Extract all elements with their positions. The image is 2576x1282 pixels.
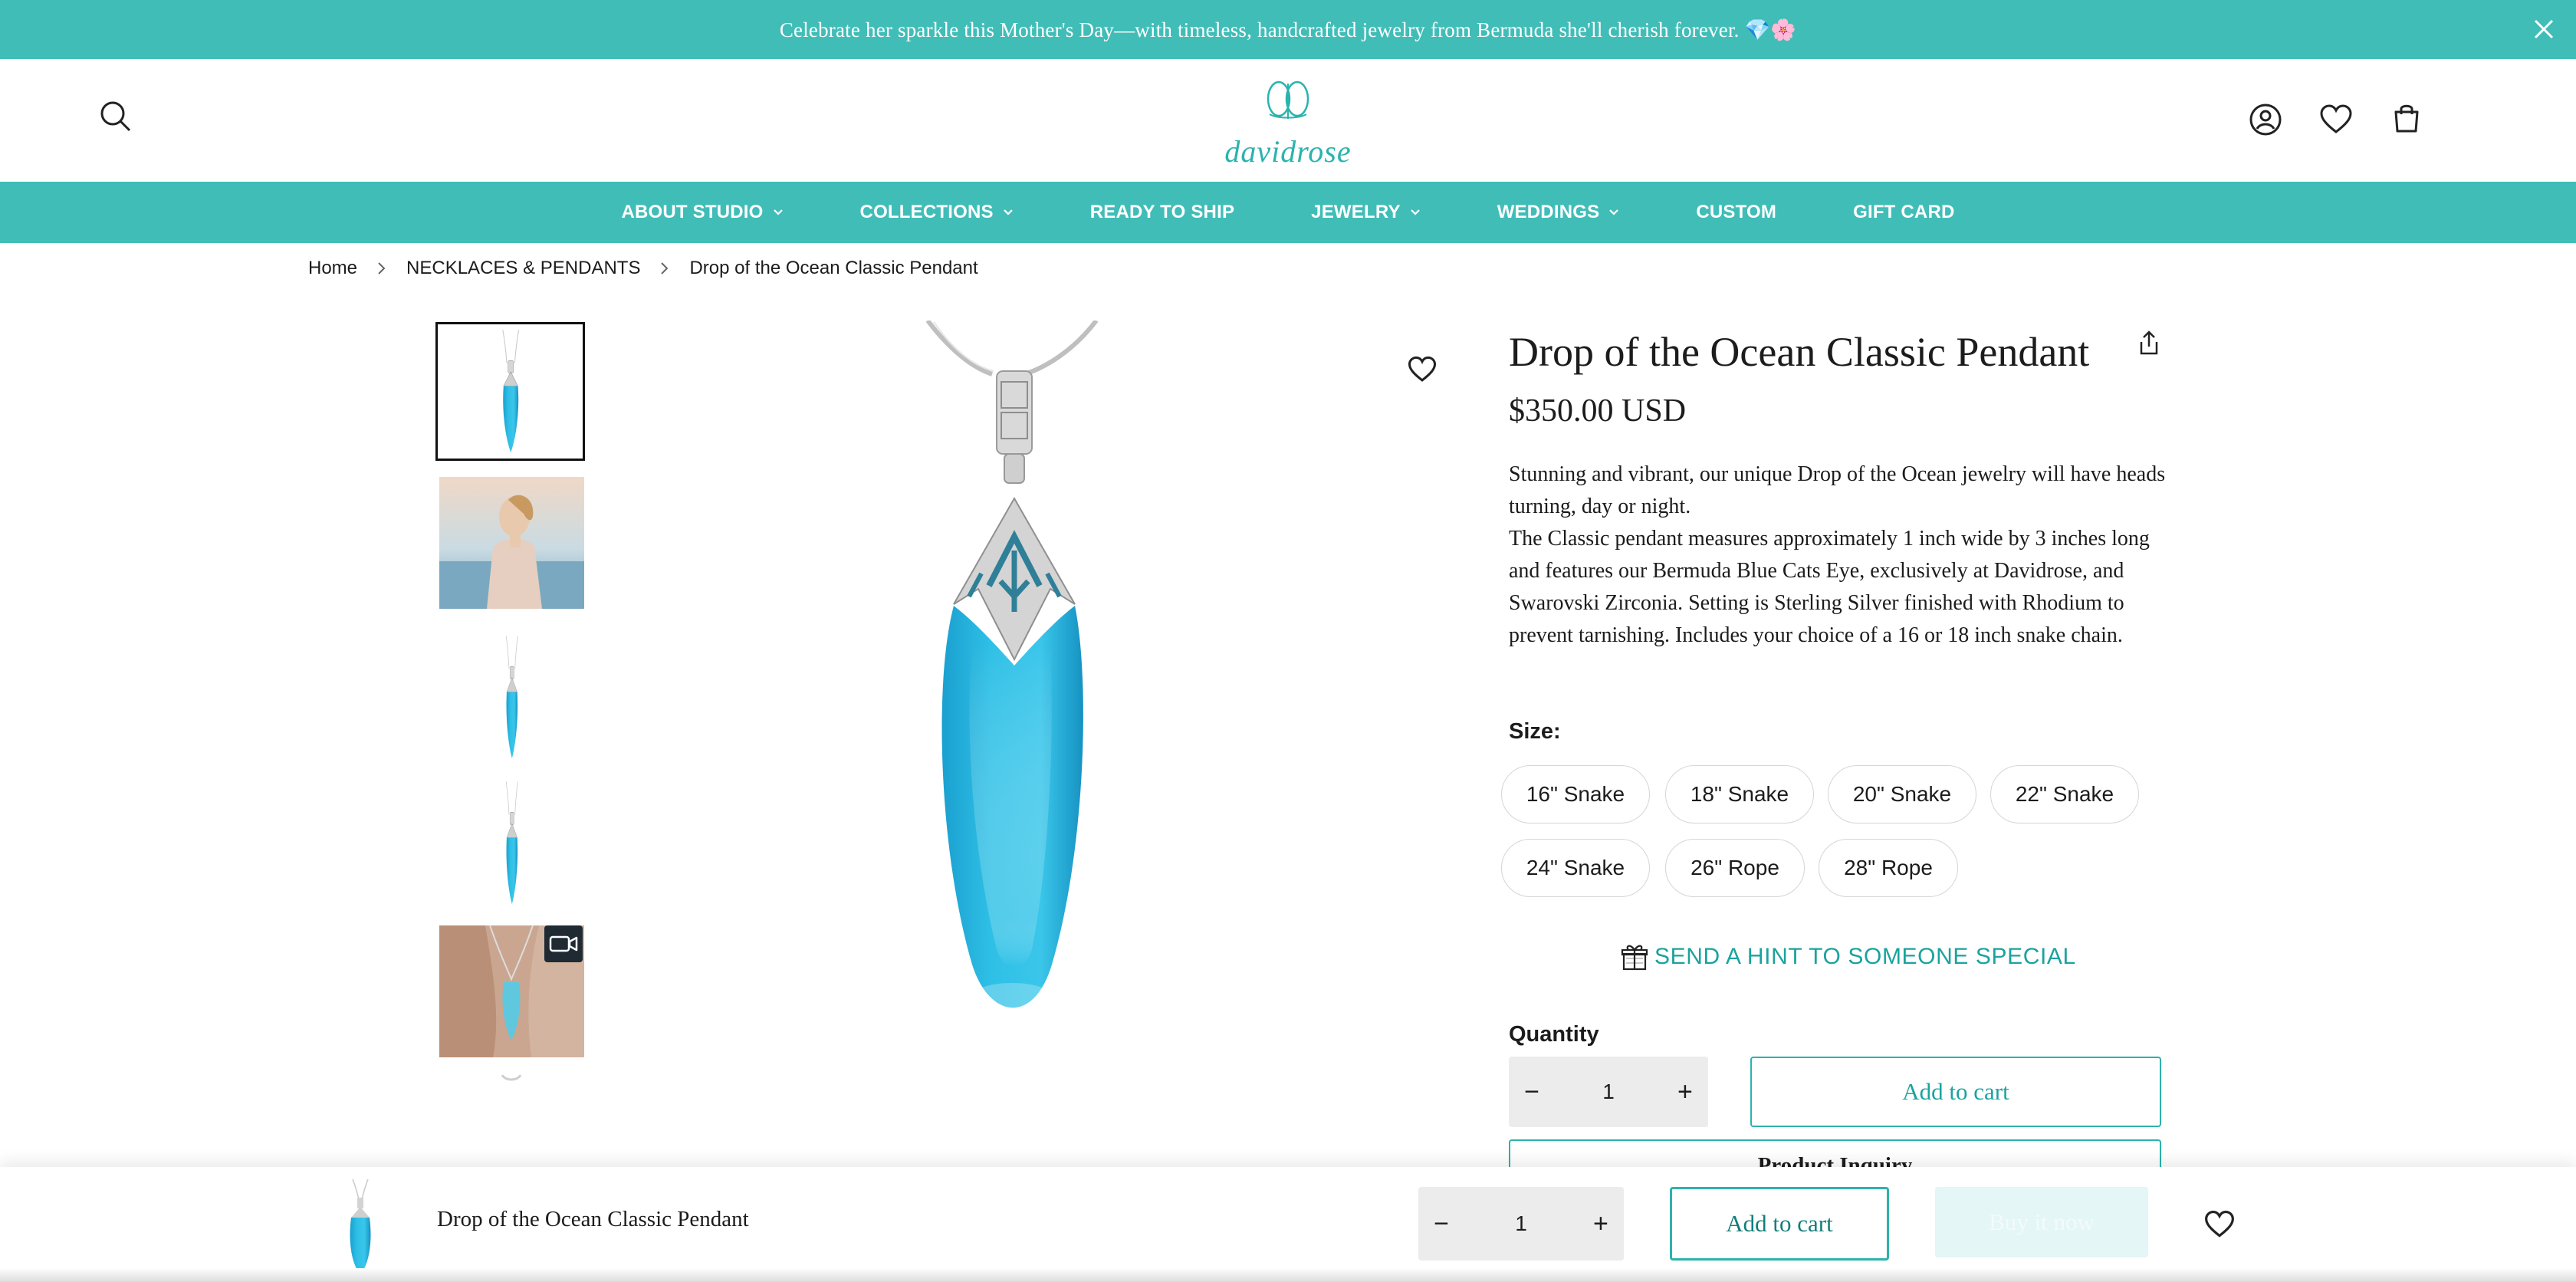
minus-icon[interactable]: −	[1509, 1077, 1555, 1107]
nav-item-about-studio[interactable]: ABOUT STUDIO	[621, 202, 783, 223]
nav-item-label: GIFT CARD	[1853, 202, 1955, 222]
sticky-wishlist-heart-icon[interactable]	[2203, 1208, 2236, 1241]
share-icon[interactable]	[2137, 330, 2160, 356]
bag-icon[interactable]	[2389, 100, 2424, 136]
nav-item-ready-to-ship[interactable]: READY TO SHIP	[1090, 202, 1234, 223]
size-option-button[interactable]: 24" Snake	[1501, 839, 1650, 897]
add-to-cart-button[interactable]: Add to cart	[1750, 1057, 2161, 1127]
nav-item-label: JEWELRY	[1311, 202, 1401, 222]
breadcrumb: Home NECKLACES & PENDANTS Drop of the Oc…	[308, 258, 978, 279]
breadcrumb-category[interactable]: NECKLACES & PENDANTS	[406, 258, 640, 279]
size-label: Size:	[1509, 719, 1561, 744]
quantity-stepper: − 1 +	[1509, 1057, 1708, 1127]
nav-item-label: WEDDINGS	[1497, 202, 1600, 222]
nav-item-weddings[interactable]: WEDDINGS	[1497, 202, 1620, 223]
gift-icon	[1619, 942, 1650, 972]
nav-item-jewelry[interactable]: JEWELRY	[1311, 202, 1421, 223]
quantity-label: Quantity	[1509, 1022, 1599, 1047]
sticky-quantity-value[interactable]: 1	[1515, 1211, 1527, 1236]
main-product-image[interactable]	[874, 320, 1135, 1087]
site-header: davidrose	[0, 59, 2576, 182]
sticky-product-thumbnail	[337, 1179, 383, 1280]
plus-icon[interactable]: +	[1578, 1209, 1624, 1239]
product-description: Stunning and vibrant, our unique Drop of…	[1509, 459, 2168, 652]
size-option-button[interactable]: 20" Snake	[1828, 765, 1976, 823]
chevron-down-icon	[1608, 207, 1619, 218]
chevron-right-icon	[660, 261, 669, 275]
announcement-bar: Celebrate her sparkle this Mother's Day—…	[0, 0, 2576, 59]
account-icon[interactable]	[2248, 102, 2283, 137]
thumbnail-6-partial[interactable]	[439, 1075, 584, 1090]
nav-item-label: ABOUT STUDIO	[621, 202, 764, 222]
main-nav: ABOUT STUDIO COLLECTIONS READY TO SHIP JEWE…	[0, 182, 2576, 243]
nav-item-custom[interactable]: CUSTOM	[1696, 202, 1776, 223]
thumbnail-1[interactable]	[435, 322, 585, 461]
sticky-add-to-cart-bar: Drop of the Ocean Classic Pendant − 1 + …	[0, 1167, 2576, 1282]
product-title: Drop of the Ocean Classic Pendant	[1509, 329, 2090, 375]
close-icon[interactable]	[2532, 17, 2556, 41]
sticky-bottom-shadow	[0, 1268, 2576, 1282]
sticky-add-to-cart-button[interactable]: Add to cart	[1670, 1187, 1889, 1261]
send-hint-link[interactable]: SEND A HINT TO SOMEONE SPECIAL	[1619, 942, 2076, 972]
logo-mark-icon	[1267, 81, 1309, 119]
chevron-right-icon	[377, 261, 386, 275]
nav-item-collections[interactable]: COLLECTIONS	[860, 202, 1014, 223]
nav-item-gift-card[interactable]: GIFT CARD	[1853, 202, 1954, 223]
chevron-down-icon	[773, 207, 784, 218]
nav-item-label: CUSTOM	[1696, 202, 1777, 222]
size-option-button[interactable]: 16" Snake	[1501, 765, 1650, 823]
product-price: $350.00 USD	[1509, 393, 1687, 429]
breadcrumb-current: Drop of the Ocean Classic Pendant	[689, 258, 978, 278]
wishlist-heart-icon[interactable]	[2318, 102, 2354, 137]
sticky-buy-now-button[interactable]: Buy it now	[1935, 1187, 2148, 1257]
thumbnail-5-video[interactable]	[439, 925, 584, 1057]
nav-item-label: COLLECTIONS	[859, 202, 994, 222]
nav-item-label: READY TO SHIP	[1089, 202, 1235, 222]
announcement-text: Celebrate her sparkle this Mother's Day—…	[779, 18, 1797, 41]
product-inquiry-button[interactable]: Product Inquiry	[1509, 1139, 2161, 1170]
chevron-down-icon	[1003, 207, 1014, 218]
send-hint-text: SEND A HINT TO SOMEONE SPECIAL	[1654, 944, 2076, 969]
minus-icon[interactable]: −	[1418, 1209, 1464, 1239]
size-option-button[interactable]: 26" Rope	[1665, 839, 1805, 897]
thumbnail-2-model[interactable]	[439, 477, 584, 609]
image-wishlist-heart-icon[interactable]	[1407, 354, 1438, 385]
plus-icon[interactable]: +	[1662, 1077, 1708, 1107]
sticky-product-title: Drop of the Ocean Classic Pendant	[437, 1207, 749, 1231]
size-option-button[interactable]: 18" Snake	[1665, 765, 1814, 823]
thumbnail-3[interactable]	[439, 630, 584, 762]
video-icon	[544, 925, 583, 962]
sticky-quantity-stepper: − 1 +	[1418, 1187, 1624, 1261]
size-option-button[interactable]: 28" Rope	[1819, 839, 1958, 897]
quantity-value[interactable]: 1	[1602, 1080, 1615, 1104]
description-paragraph-2: The Classic pendant measures approximate…	[1509, 527, 2150, 647]
search-icon[interactable]	[98, 99, 133, 134]
size-option-button[interactable]: 22" Snake	[1990, 765, 2139, 823]
chevron-down-icon	[1410, 207, 1421, 218]
description-paragraph-1: Stunning and vibrant, our unique Drop of…	[1509, 462, 2166, 518]
thumbnail-4[interactable]	[439, 776, 584, 908]
logo[interactable]: davidrose	[1219, 76, 1357, 169]
breadcrumb-home[interactable]: Home	[308, 258, 357, 279]
logo-wordmark: davidrose	[1224, 134, 1352, 169]
